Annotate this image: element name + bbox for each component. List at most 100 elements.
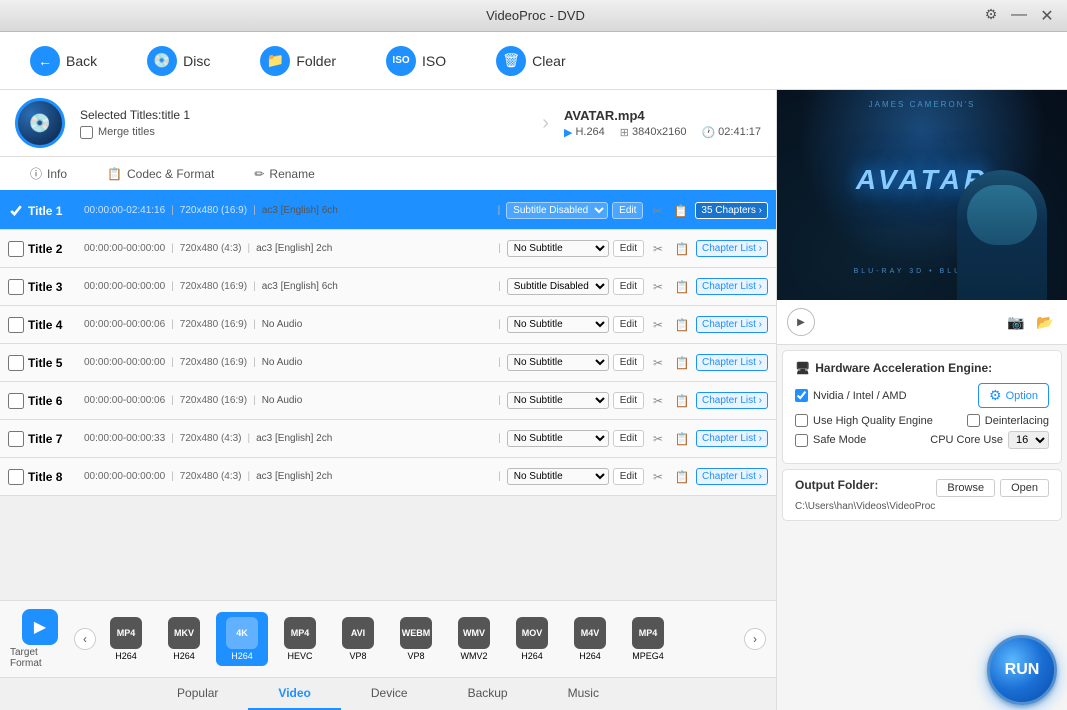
edit-button[interactable]: Edit bbox=[613, 468, 644, 485]
subtitle-select[interactable]: Subtitle DisabledNo Subtitle bbox=[507, 278, 609, 295]
format-item[interactable]: WEBM VP8 bbox=[390, 612, 442, 666]
title-checkbox[interactable] bbox=[8, 355, 24, 371]
title-checkbox[interactable] bbox=[8, 317, 24, 333]
edit-button[interactable]: Edit bbox=[612, 202, 643, 219]
subtitle-select[interactable]: No SubtitleSubtitle Disabled bbox=[507, 316, 609, 333]
bottom-tab-music[interactable]: Music bbox=[538, 678, 629, 710]
bottom-tab-popular[interactable]: Popular bbox=[147, 678, 248, 710]
subtitle-select[interactable]: Subtitle DisabledNo Subtitle bbox=[506, 202, 608, 219]
format-next-button[interactable]: › bbox=[744, 628, 766, 650]
title-row[interactable]: Title 6 00:00:00-00:00:06 | 720x480 (16:… bbox=[0, 382, 776, 420]
title-row[interactable]: Title 1 00:00:00-02:41:16 | 720x480 (16:… bbox=[0, 192, 776, 230]
copy-icon[interactable]: 📋 bbox=[672, 277, 692, 297]
cut-icon[interactable]: ✂ bbox=[648, 467, 668, 487]
chapter-list-button[interactable]: Chapter List › bbox=[696, 392, 768, 409]
copy-icon[interactable]: 📋 bbox=[672, 429, 692, 449]
chapter-list-button[interactable]: Chapter List › bbox=[696, 430, 768, 447]
copy-icon[interactable]: 📋 bbox=[672, 353, 692, 373]
cut-icon[interactable]: ✂ bbox=[648, 239, 668, 259]
title-checkbox[interactable] bbox=[8, 393, 24, 409]
folder-open-icon[interactable]: 📂 bbox=[1033, 310, 1057, 334]
edit-button[interactable]: Edit bbox=[613, 240, 644, 257]
run-button[interactable]: RUN bbox=[987, 635, 1057, 705]
subtitle-select[interactable]: No SubtitleSubtitle Disabled bbox=[507, 240, 609, 257]
edit-button[interactable]: Edit bbox=[613, 354, 644, 371]
title-row[interactable]: Title 8 00:00:00-00:00:00 | 720x480 (4:3… bbox=[0, 458, 776, 496]
tab-info[interactable]: ⓘ Info bbox=[10, 157, 87, 192]
format-item[interactable]: M4V H264 bbox=[564, 612, 616, 666]
cut-icon[interactable]: ✂ bbox=[647, 201, 667, 221]
bottom-tab-video[interactable]: Video bbox=[248, 678, 340, 710]
title-bar: VideoProc - DVD ⚙ — ✕ bbox=[0, 0, 1067, 32]
tab-rename[interactable]: ✏ Rename bbox=[234, 157, 334, 192]
cpu-core-select[interactable]: 16842 bbox=[1008, 431, 1049, 449]
cut-icon[interactable]: ✂ bbox=[648, 277, 668, 297]
title-checkbox[interactable] bbox=[8, 431, 24, 447]
format-item[interactable]: MP4 MPEG4 bbox=[622, 612, 674, 666]
format-prev-button[interactable]: ‹ bbox=[74, 628, 96, 650]
tab-codec-format[interactable]: 📋 Codec & Format bbox=[87, 157, 234, 192]
format-item[interactable]: 4K H264 bbox=[216, 612, 268, 666]
edit-button[interactable]: Edit bbox=[613, 316, 644, 333]
screenshot-icon[interactable]: 📷 bbox=[1004, 310, 1028, 334]
toolbar: ← Back 💿 Disc 📁 Folder ISO ISO 🗑 Clear bbox=[0, 32, 1067, 90]
chapter-list-button[interactable]: Chapter List › bbox=[696, 316, 768, 333]
deinterlacing-checkbox[interactable] bbox=[967, 414, 980, 427]
chapters-button[interactable]: 35 Chapters › bbox=[695, 202, 768, 219]
copy-icon[interactable]: 📋 bbox=[672, 239, 692, 259]
format-item[interactable]: MOV H264 bbox=[506, 612, 558, 666]
title-checkbox[interactable] bbox=[8, 241, 24, 257]
title-checkbox[interactable] bbox=[8, 279, 24, 295]
title-row[interactable]: Title 2 00:00:00-00:00:00 | 720x480 (4:3… bbox=[0, 230, 776, 268]
edit-button[interactable]: Edit bbox=[613, 430, 644, 447]
format-item[interactable]: MKV H264 bbox=[158, 612, 210, 666]
option-button[interactable]: ⚙ Option bbox=[978, 383, 1049, 408]
iso-button[interactable]: ISO ISO bbox=[376, 40, 456, 82]
bottom-tab-device[interactable]: Device bbox=[341, 678, 438, 710]
format-item[interactable]: MP4 HEVC bbox=[274, 612, 326, 666]
format-item[interactable]: AVI VP8 bbox=[332, 612, 384, 666]
subtitle-select[interactable]: No SubtitleSubtitle Disabled bbox=[507, 468, 609, 485]
copy-icon[interactable]: 📋 bbox=[671, 201, 691, 221]
chapter-list-button[interactable]: Chapter List › bbox=[696, 354, 768, 371]
subtitle-select[interactable]: No SubtitleSubtitle Disabled bbox=[507, 430, 609, 447]
folder-button[interactable]: 📁 Folder bbox=[250, 40, 346, 82]
cut-icon[interactable]: ✂ bbox=[648, 353, 668, 373]
copy-icon[interactable]: 📋 bbox=[672, 391, 692, 411]
chapter-list-button[interactable]: Chapter List › bbox=[696, 468, 768, 485]
title-row[interactable]: Title 7 00:00:00-00:00:33 | 720x480 (4:3… bbox=[0, 420, 776, 458]
cut-icon[interactable]: ✂ bbox=[648, 315, 668, 335]
format-item[interactable]: MP4 H264 bbox=[100, 612, 152, 666]
back-button[interactable]: ← Back bbox=[20, 40, 107, 82]
title-row[interactable]: Title 4 00:00:00-00:00:06 | 720x480 (16:… bbox=[0, 306, 776, 344]
cut-icon[interactable]: ✂ bbox=[648, 391, 668, 411]
edit-button[interactable]: Edit bbox=[613, 278, 644, 295]
nvidia-checkbox[interactable] bbox=[795, 389, 808, 402]
settings-icon[interactable]: ⚙ bbox=[981, 6, 1001, 26]
safe-mode-checkbox[interactable] bbox=[795, 434, 808, 447]
play-button[interactable]: ▶ bbox=[787, 308, 815, 336]
copy-icon[interactable]: 📋 bbox=[672, 315, 692, 335]
subtitle-select[interactable]: No SubtitleSubtitle Disabled bbox=[507, 354, 609, 371]
window-controls[interactable]: ⚙ — ✕ bbox=[981, 6, 1057, 26]
chapter-list-button[interactable]: Chapter List › bbox=[696, 240, 768, 257]
title-row[interactable]: Title 3 00:00:00-00:00:00 | 720x480 (16:… bbox=[0, 268, 776, 306]
subtitle-select[interactable]: No SubtitleSubtitle Disabled bbox=[507, 392, 609, 409]
disc-button[interactable]: 💿 Disc bbox=[137, 40, 220, 82]
browse-button[interactable]: Browse bbox=[936, 479, 995, 497]
format-item[interactable]: WMV WMV2 bbox=[448, 612, 500, 666]
bottom-tab-backup[interactable]: Backup bbox=[438, 678, 538, 710]
clear-button[interactable]: 🗑 Clear bbox=[486, 40, 575, 82]
copy-icon[interactable]: 📋 bbox=[672, 467, 692, 487]
chapter-list-button[interactable]: Chapter List › bbox=[696, 278, 768, 295]
title-row[interactable]: Title 5 00:00:00-00:00:00 | 720x480 (16:… bbox=[0, 344, 776, 382]
title-checkbox[interactable] bbox=[8, 469, 24, 485]
open-button[interactable]: Open bbox=[1000, 479, 1049, 497]
merge-titles-checkbox[interactable] bbox=[80, 126, 93, 139]
title-checkbox[interactable] bbox=[8, 203, 24, 219]
minimize-button[interactable]: — bbox=[1009, 6, 1029, 26]
close-button[interactable]: ✕ bbox=[1037, 6, 1057, 26]
edit-button[interactable]: Edit bbox=[613, 392, 644, 409]
high-quality-checkbox[interactable] bbox=[795, 414, 808, 427]
cut-icon[interactable]: ✂ bbox=[648, 429, 668, 449]
